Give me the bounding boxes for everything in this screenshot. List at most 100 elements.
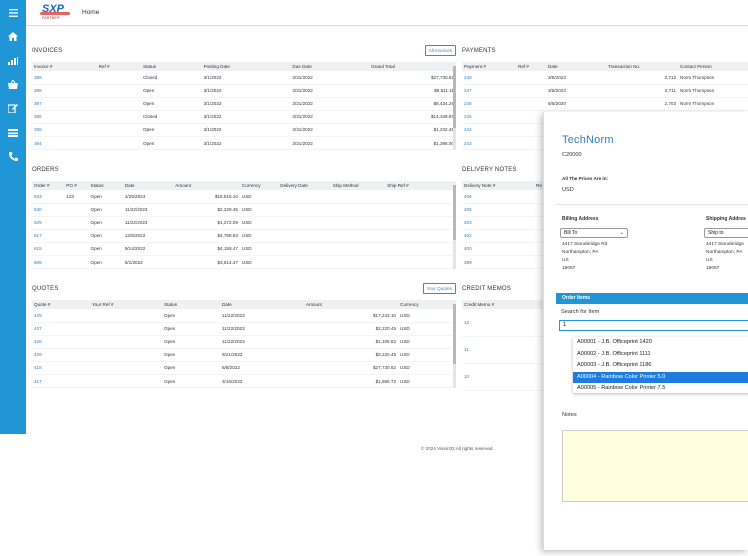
- invoices-scrollbar[interactable]: [453, 66, 456, 150]
- row-link[interactable]: 403: [462, 216, 534, 230]
- table-row[interactable]: 396 Closed 3/1/2022 3/31/2022 $14,349.87: [32, 110, 456, 124]
- column-header[interactable]: Amount: [173, 181, 240, 190]
- row-link[interactable]: 396: [32, 110, 97, 124]
- column-header[interactable]: Delivery Date: [278, 181, 331, 190]
- row-link[interactable]: 418: [32, 361, 90, 375]
- your-quotes-button[interactable]: Your Quotes: [422, 283, 456, 294]
- shipping-address-select[interactable]: Ship to: [704, 228, 748, 238]
- column-header[interactable]: Transaction No.: [606, 62, 678, 71]
- column-header[interactable]: Currency: [398, 300, 456, 309]
- autocomplete-item[interactable]: A00001 - J.B. Officeprint 1420: [573, 337, 748, 349]
- card-icon[interactable]: [0, 122, 26, 146]
- row-link[interactable]: 633: [32, 190, 65, 204]
- autocomplete-item[interactable]: A00002 - J.B. Officeprint 1111: [573, 349, 748, 361]
- row-link[interactable]: 617: [32, 229, 65, 243]
- table-row[interactable]: 248 3/8/2022 2,712 Norm Thompson: [462, 71, 748, 85]
- table-row[interactable]: 428 Open 11/22/2023 $17,243.10 USD: [32, 309, 456, 323]
- column-header[interactable]: Grand Total: [369, 62, 456, 71]
- table-row[interactable]: 395 Open 3/1/2022 3/31/2022 $1,232.49: [32, 123, 456, 137]
- table-row[interactable]: 617 Open 12/5/2022 $4,768.63 USD: [32, 229, 456, 243]
- table-row[interactable]: 609 Open 6/1/2022 $3,614.47 USD: [32, 255, 456, 270]
- autocomplete-item[interactable]: A00003 - J.B. Officeprint 1186: [573, 360, 748, 372]
- column-header[interactable]: Invoice #: [32, 62, 97, 71]
- row-link[interactable]: 406: [462, 190, 534, 204]
- column-header[interactable]: Delivery Note #: [462, 181, 534, 190]
- row-link[interactable]: 397: [32, 97, 97, 111]
- row-link[interactable]: 400: [462, 242, 534, 256]
- table-row[interactable]: 426 Open 11/22/2023 $1,109.82 USD: [32, 335, 456, 349]
- column-header[interactable]: Ship Method: [330, 181, 386, 190]
- column-header[interactable]: Ref #: [516, 62, 546, 71]
- table-row[interactable]: 247 3/8/2022 2,711 Norm Thompson: [462, 84, 748, 98]
- column-header[interactable]: Ship Ref #: [385, 181, 456, 190]
- column-header[interactable]: Amount: [304, 300, 398, 309]
- row-link[interactable]: 248: [462, 71, 516, 85]
- column-header[interactable]: Status: [88, 181, 123, 190]
- table-row[interactable]: 397 Open 3/1/2022 3/31/2022 $8,434.26: [32, 97, 456, 111]
- notes-textarea[interactable]: [562, 430, 748, 502]
- table-row[interactable]: 246 8/5/2020 2,703 Norm Thompson: [462, 97, 748, 111]
- row-link[interactable]: 246: [462, 97, 516, 111]
- row-link[interactable]: 417: [32, 374, 90, 389]
- home-icon[interactable]: [0, 26, 26, 50]
- column-header[interactable]: Your Ref #: [90, 300, 162, 309]
- column-header[interactable]: Date: [220, 300, 304, 309]
- table-row[interactable]: 398 Open 3/1/2022 3/31/2022 $9,811.11: [32, 84, 456, 98]
- row-link[interactable]: 244: [462, 123, 516, 137]
- row-link[interactable]: 615: [32, 242, 65, 256]
- row-link[interactable]: 429: [32, 348, 90, 362]
- row-link[interactable]: 629: [32, 216, 65, 230]
- table-row[interactable]: 615 Open 9/14/2022 $4,159.47 USD: [32, 242, 456, 256]
- column-header[interactable]: Contact Person: [678, 62, 748, 71]
- table-row[interactable]: 629 Open 11/22/2023 $1,272.09 USD: [32, 216, 456, 230]
- chart-icon[interactable]: [0, 50, 26, 74]
- row-link[interactable]: 399: [32, 71, 97, 85]
- row-link[interactable]: 402: [462, 229, 534, 243]
- column-header[interactable]: Status: [162, 300, 220, 309]
- table-row[interactable]: 633 123 Open 1/25/2024 $18,515.10 USD: [32, 190, 456, 204]
- row-link[interactable]: 427: [32, 322, 90, 336]
- column-header[interactable]: Payment #: [462, 62, 516, 71]
- column-header[interactable]: Currency: [239, 181, 279, 190]
- edit-icon[interactable]: [0, 98, 26, 122]
- autocomplete-item-selected[interactable]: A00004 - Rainbow Color Printer 5.0: [573, 371, 748, 383]
- table-row[interactable]: 427 Open 11/22/2023 $2,220.45 USD: [32, 322, 456, 336]
- row-link[interactable]: 247: [462, 84, 516, 98]
- row-link[interactable]: 399: [462, 255, 534, 270]
- search-item-input[interactable]: 1: [559, 320, 748, 331]
- column-header[interactable]: Order #: [32, 181, 65, 190]
- row-link[interactable]: 398: [32, 84, 97, 98]
- billing-address-select[interactable]: Bill To ⌄: [560, 228, 628, 238]
- column-header[interactable]: PO #: [64, 181, 89, 190]
- column-header[interactable]: Due Date: [290, 62, 370, 71]
- row-link[interactable]: 426: [32, 335, 90, 349]
- table-row[interactable]: 429 Open 9/21/2022 $2,220.45 USD: [32, 348, 456, 362]
- row-link[interactable]: 630: [32, 203, 65, 217]
- row-link[interactable]: 609: [32, 255, 65, 270]
- row-link[interactable]: 395: [32, 123, 97, 137]
- table-row[interactable]: 399 Closed 3/1/2022 3/31/2022 $27,730.62: [32, 71, 456, 85]
- autocomplete-item[interactable]: A00005 - Rainbow Color Printer 7.5: [573, 383, 748, 393]
- orders-scrollbar[interactable]: [453, 185, 456, 269]
- row-link[interactable]: 243: [462, 136, 516, 151]
- column-header[interactable]: Date: [546, 62, 606, 71]
- column-header[interactable]: Date: [122, 181, 174, 190]
- table-row[interactable]: 394 Open 3/1/2022 3/31/2022 $1,395.00: [32, 136, 456, 151]
- column-header[interactable]: Quote #: [32, 300, 90, 309]
- table-row[interactable]: 630 Open 11/22/2023 $2,229.45 USD: [32, 203, 456, 217]
- table-row[interactable]: 417 Open 3/16/2022 $1,866.72 USD: [32, 374, 456, 389]
- phone-icon[interactable]: [0, 146, 26, 170]
- column-header[interactable]: Ref #: [96, 62, 142, 71]
- home-link[interactable]: Home: [82, 9, 99, 16]
- all-invoices-button[interactable]: All Invoices: [424, 45, 456, 56]
- quotes-scrollbar[interactable]: [453, 304, 456, 388]
- logo[interactable]: SXP PARTNER: [40, 3, 74, 23]
- shop-icon[interactable]: [0, 74, 26, 98]
- column-header[interactable]: Status: [141, 62, 202, 71]
- row-link[interactable]: 405: [462, 203, 534, 217]
- row-link[interactable]: 428: [32, 309, 90, 323]
- column-header[interactable]: Posting Date: [201, 62, 291, 71]
- row-link[interactable]: 245: [462, 110, 516, 124]
- row-link[interactable]: 394: [32, 136, 97, 151]
- table-row[interactable]: 418 Open 6/8/2022 $27,730.62 USD: [32, 361, 456, 375]
